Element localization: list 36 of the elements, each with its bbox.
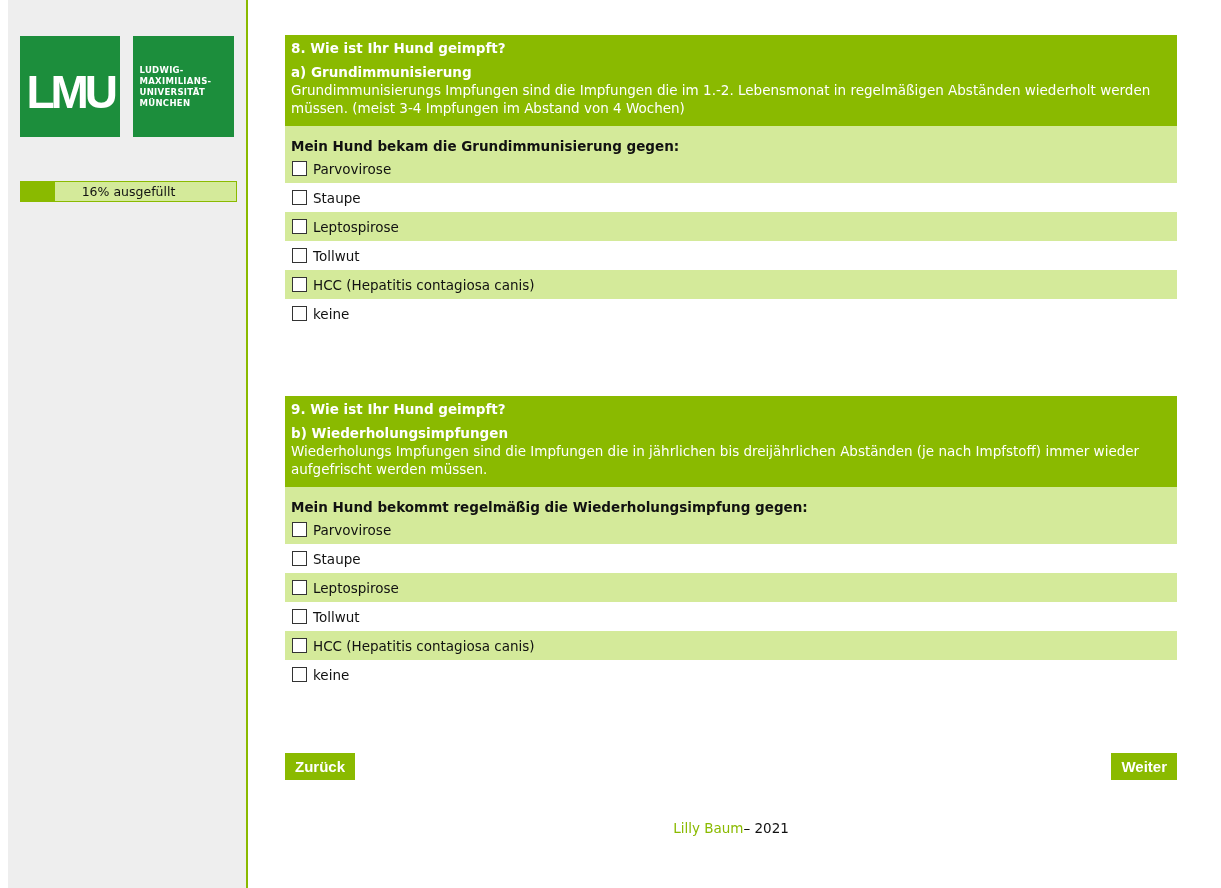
checkbox[interactable]	[292, 522, 307, 537]
checkbox-option[interactable]: Tollwut	[292, 608, 360, 625]
progress-label: 16% ausgefüllt	[80, 184, 177, 199]
checkbox-option[interactable]: HCC (Hepatitis contagiosa canis)	[292, 637, 535, 654]
checkbox[interactable]	[292, 609, 307, 624]
checkbox[interactable]	[292, 277, 307, 292]
question-title: 9. Wie ist Ihr Hund geimpft?	[291, 400, 507, 418]
checkbox-option[interactable]: Parvovirose	[292, 160, 392, 177]
checkbox-option[interactable]: Staupe	[292, 189, 361, 206]
checkbox[interactable]	[292, 248, 307, 263]
question-description: Grundimmunisierungs Impfungen sind die Impfungen die im 1.-2. Lebensmonat in regelmäßigen Abständen wiederholt werden müssen. (meist 3-4 Impfungen im Abstand von 4 Wochen)	[291, 81, 1152, 117]
checkbox-option[interactable]: Leptospirose	[292, 579, 399, 596]
checkbox[interactable]	[292, 161, 307, 176]
checkbox-option[interactable]: Leptospirose	[292, 218, 399, 235]
footer-year: – 2021	[743, 820, 789, 836]
checkbox[interactable]	[292, 667, 307, 682]
question-description: Wiederholungs Impfungen sind die Impfungen die in jährlichen bis dreijährlichen Abständen (je nach Impfstoff) immer wieder aufgefrischt werden müssen.	[291, 442, 1141, 478]
checkbox[interactable]	[292, 638, 307, 653]
logo-name: LUDWIG- MAXIMILIANS- UNIVERSITÄT MÜNCHEN	[133, 36, 234, 137]
checkbox[interactable]	[292, 306, 307, 321]
checkbox[interactable]	[292, 580, 307, 595]
checkbox-option[interactable]: Staupe	[292, 550, 361, 567]
checkbox-option[interactable]: Parvovirose	[292, 521, 392, 538]
checkbox-option[interactable]: Tollwut	[292, 247, 360, 264]
logo-mark: LMU	[20, 36, 121, 137]
checkbox-option[interactable]: keine	[292, 666, 350, 683]
question-subtitle: a) Grundimmunisierung	[291, 63, 473, 81]
question-title: 8. Wie ist Ihr Hund geimpft?	[291, 39, 507, 57]
checkbox[interactable]	[292, 551, 307, 566]
checkbox-option[interactable]: keine	[292, 305, 350, 322]
checkbox-option[interactable]: HCC (Hepatitis contagiosa canis)	[292, 276, 535, 293]
question-prompt: Mein Hund bekam die Grundimmunisierung gegen:	[291, 138, 680, 154]
question-subtitle: b) Wiederholungsimpfungen	[291, 424, 509, 442]
checkbox[interactable]	[292, 219, 307, 234]
checkbox[interactable]	[292, 190, 307, 205]
question-prompt: Mein Hund bekommt regelmäßig die Wiederholungsimpfung gegen:	[291, 499, 808, 515]
